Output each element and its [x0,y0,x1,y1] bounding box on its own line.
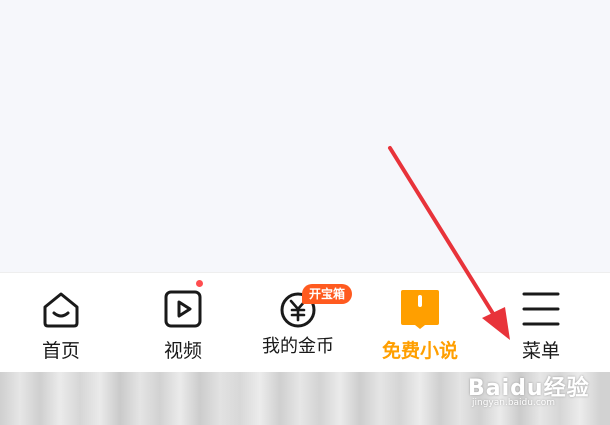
tab-free-novels-label: 免费小说 [381,340,458,362]
tab-menu-label: 菜单 [521,340,560,362]
tab-home-label: 首页 [41,340,80,362]
menu-icon [519,287,563,331]
tab-my-coins-label: 我的金币 [262,336,334,357]
bottom-tab-bar: 首页 视频 我的金币 开宝箱 免费小说 菜单 [0,272,610,373]
video-play-icon [161,287,205,331]
watermark: Baidu经验 jingyan.baidu.com [468,364,608,416]
notification-dot [196,280,203,287]
home-smile-icon [39,287,83,331]
tab-video-label: 视频 [163,340,202,362]
open-chest-badge[interactable]: 开宝箱 [302,284,352,304]
content-area [0,0,610,272]
tab-home[interactable]: 首页 [0,273,122,373]
watermark-sub: jingyan.baidu.com [472,398,556,408]
tab-free-novels[interactable]: 免费小说 [359,273,481,373]
tab-menu[interactable]: 菜单 [480,273,602,373]
tab-video[interactable]: 视频 [122,273,244,373]
book-icon [398,287,442,331]
